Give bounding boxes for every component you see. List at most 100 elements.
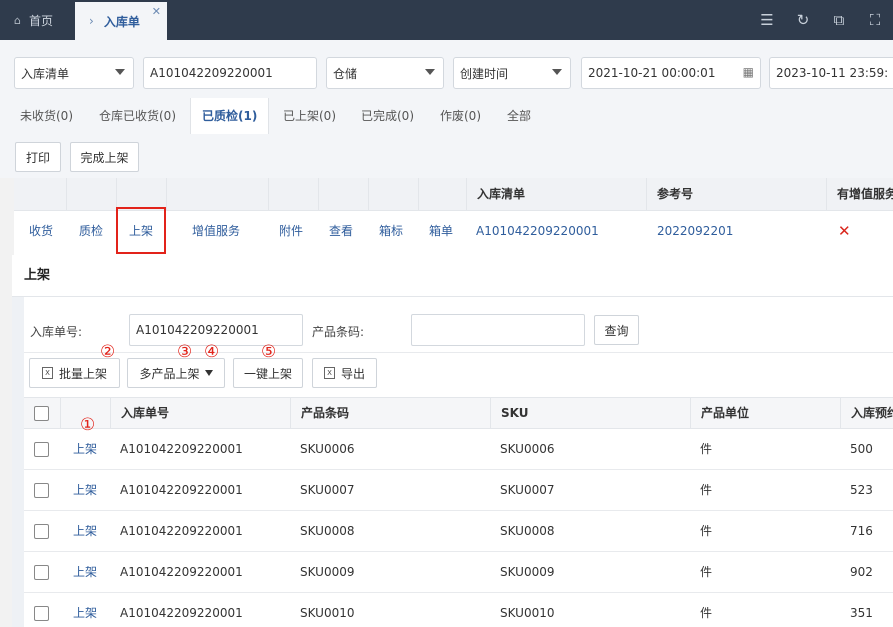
refresh-icon[interactable]: ↻ xyxy=(785,11,821,29)
chevron-right-icon: › xyxy=(89,14,94,28)
view-link[interactable]: 查看 xyxy=(329,211,353,251)
header-has-vas: 有增值服务 xyxy=(826,178,893,211)
tab-not-received[interactable]: 未收货(0) xyxy=(20,98,73,134)
header-sku: SKU xyxy=(490,398,690,429)
calendar-icon: ▦ xyxy=(742,65,754,79)
print-button[interactable]: 打印 xyxy=(15,142,61,172)
time-type-select-value: 创建时间 xyxy=(460,66,509,81)
fullscreen-icon[interactable]: ⛶ xyxy=(857,11,893,29)
qc-link[interactable]: 质检 xyxy=(79,211,103,251)
table-row: 上架 A101042209220001 SKU0008 SKU0008 件 71… xyxy=(24,511,893,552)
row-checkbox[interactable] xyxy=(34,524,49,539)
row-shelf-link[interactable]: 上架 xyxy=(73,470,97,510)
caret-down-icon xyxy=(204,370,213,376)
top-navigation-bar: ⌂ 首页 › 入库单 ✕ ☰ ↻ ⧉ ⛶ xyxy=(0,0,893,40)
close-tab-icon[interactable]: ✕ xyxy=(152,5,161,18)
packing-list-link[interactable]: 箱单 xyxy=(429,211,453,251)
header-expected-qty: 入库预约 xyxy=(840,398,893,429)
tab-home-label: 首页 xyxy=(28,13,53,28)
shelf-table-header: 入库单号 产品条码 SKU 产品单位 入库预约 xyxy=(24,397,893,429)
filter-bar: 入库清单 A101042209220001 仓储 创建时间 2021-10-21… xyxy=(0,40,893,104)
batch-shelf-label: 批量上架 xyxy=(58,366,107,381)
row-shelf-link[interactable]: 上架 xyxy=(73,511,97,551)
one-click-shelf-button[interactable]: 一键上架 xyxy=(233,358,303,388)
tab-shelved[interactable]: 已上架(0) xyxy=(283,98,336,134)
tab-warehouse-received[interactable]: 仓库已收货(0) xyxy=(99,98,176,134)
order-number-input[interactable]: A101042209220001 xyxy=(143,57,317,89)
status-tabs: 未收货(0) 仓库已收货(0) 已质检(1) 已上架(0) 已完成(0) 作废(… xyxy=(0,98,893,134)
warehouse-select[interactable]: 仓储 xyxy=(326,57,444,89)
modal-order-value: A101042209220001 xyxy=(136,323,259,337)
header-inbound-list: 入库清单 xyxy=(466,178,646,211)
ref-no-link[interactable]: 2022092201 xyxy=(657,211,733,251)
header-order-no: 入库单号 xyxy=(110,398,290,429)
export-button[interactable]: X 导出 xyxy=(312,358,377,388)
row-checkbox[interactable] xyxy=(34,606,49,621)
row-shelf-link[interactable]: 上架 xyxy=(73,552,97,592)
barcode-label: 产品条码: xyxy=(312,325,365,339)
time-type-select[interactable]: 创建时间 xyxy=(453,57,571,89)
header-unit: 产品单位 xyxy=(690,398,840,429)
table-row: 上架 A101042209220001 SKU0006 SKU0006 件 50… xyxy=(24,429,893,470)
highlight-shelf-box xyxy=(116,207,166,254)
multi-product-shelf-button[interactable]: 多产品上架 xyxy=(127,358,225,388)
shelf-modal: 上架 入库单号: A101042209220001 产品条码: 查询 X 批量上… xyxy=(12,255,893,627)
box-label-link[interactable]: 箱标 xyxy=(379,211,403,251)
shelf-items-table: 入库单号 产品条码 SKU 产品单位 入库预约 ① 上架 A1010422092… xyxy=(24,397,893,627)
external-link-icon[interactable]: ⧉ xyxy=(821,11,857,29)
start-time-input[interactable]: 2021-10-21 00:00:01 ▦ xyxy=(581,57,761,89)
batch-shelf-button[interactable]: X 批量上架 xyxy=(29,358,120,388)
marker-3: ③ xyxy=(177,342,193,362)
select-all-checkbox[interactable] xyxy=(34,406,49,421)
tab-inbound-order[interactable]: › 入库单 ✕ xyxy=(75,2,167,40)
barcode-input[interactable] xyxy=(411,314,585,346)
modal-title: 上架 xyxy=(12,255,893,297)
row-checkbox[interactable] xyxy=(34,483,49,498)
order-number-label: 入库单号: xyxy=(30,325,83,339)
excel-icon: X xyxy=(323,367,335,379)
end-time-input[interactable]: 2023-10-11 23:59: xyxy=(769,57,893,89)
action-bar: 打印 完成上架 xyxy=(0,134,893,178)
query-button[interactable]: 查询 xyxy=(594,315,639,345)
marker-2: ② xyxy=(100,342,116,362)
complete-shelf-button[interactable]: 完成上架 xyxy=(70,142,139,172)
table-row: 上架 A101042209220001 SKU0009 SKU0009 件 90… xyxy=(24,552,893,593)
tab-voided[interactable]: 作废(0) xyxy=(440,98,481,134)
row-checkbox[interactable] xyxy=(34,442,49,457)
row-checkbox[interactable] xyxy=(34,565,49,580)
warehouse-select-value: 仓储 xyxy=(333,66,358,81)
caret-down-icon xyxy=(115,69,125,75)
value-added-service-link[interactable]: 增值服务 xyxy=(192,211,240,251)
export-label: 导出 xyxy=(340,366,365,381)
start-time-value: 2021-10-21 00:00:01 xyxy=(588,66,716,80)
caret-down-icon xyxy=(425,69,435,75)
type-select-value: 入库清单 xyxy=(21,66,70,81)
row-shelf-link[interactable]: 上架 xyxy=(73,429,97,469)
tab-completed[interactable]: 已完成(0) xyxy=(361,98,414,134)
receive-link[interactable]: 收货 xyxy=(29,211,53,251)
no-vas-icon: ✕ xyxy=(838,222,851,240)
table-row: 上架 A101042209220001 SKU0010 SKU0010 件 35… xyxy=(24,593,893,627)
type-select[interactable]: 入库清单 xyxy=(14,57,134,89)
header-ref-no: 参考号 xyxy=(646,178,826,211)
tab-home[interactable]: ⌂ 首页 xyxy=(0,0,74,40)
modal-search-area: 入库单号: A101042209220001 产品条码: 查询 X 批量上架 多… xyxy=(24,297,893,397)
tab-all[interactable]: 全部 xyxy=(507,98,531,134)
caret-down-icon xyxy=(552,69,562,75)
table-row: 上架 A101042209220001 SKU0007 SKU0007 件 52… xyxy=(24,470,893,511)
header-barcode: 产品条码 xyxy=(290,398,490,429)
excel-icon: X xyxy=(41,367,53,379)
list-icon[interactable]: ☰ xyxy=(749,11,785,29)
tab-inbound-order-label: 入库单 xyxy=(103,14,140,29)
multi-product-shelf-label: 多产品上架 xyxy=(139,366,200,381)
attachment-link[interactable]: 附件 xyxy=(279,211,303,251)
marker-4: ④ xyxy=(204,342,220,362)
order-number-value: A101042209220001 xyxy=(150,66,273,80)
tab-qc-done[interactable]: 已质检(1) xyxy=(190,98,270,134)
modal-body: 入库单号: A101042209220001 产品条码: 查询 X 批量上架 多… xyxy=(12,297,893,627)
inbound-order-link[interactable]: A101042209220001 xyxy=(476,211,599,251)
marker-5: ⑤ xyxy=(261,342,277,362)
end-time-value: 2023-10-11 23:59: xyxy=(776,66,889,80)
home-icon: ⌂ xyxy=(14,13,21,27)
row-shelf-link[interactable]: 上架 xyxy=(73,593,97,627)
